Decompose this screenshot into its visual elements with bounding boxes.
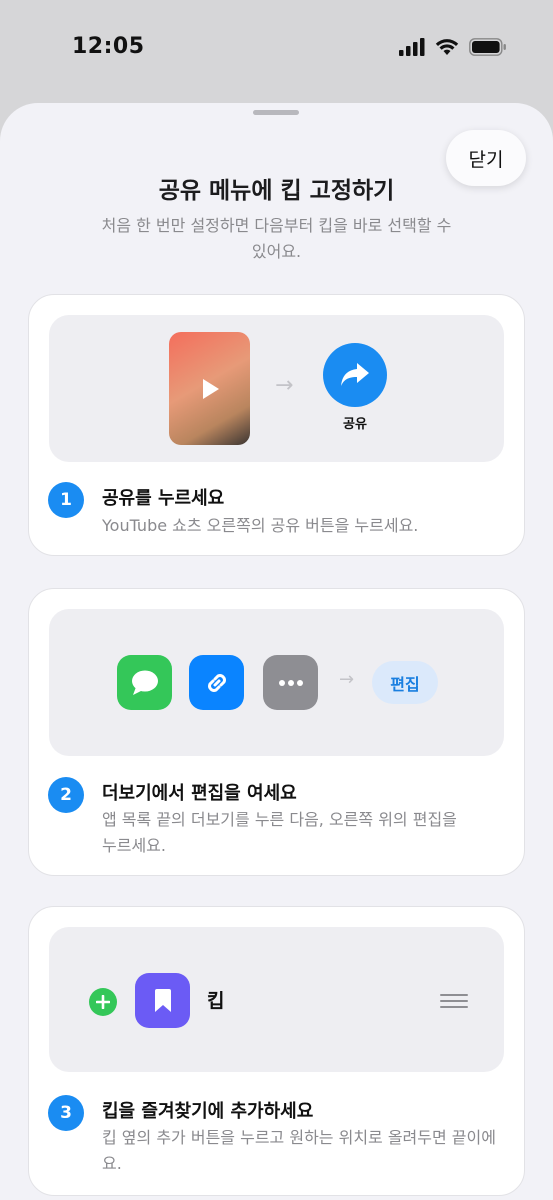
cellular-signal-icon [399, 38, 425, 56]
step-description-2: 앱 목록 끝의 더보기를 누른 다음, 오른쪽 위의 편집을 누르세요. [102, 810, 457, 855]
onboarding-sheet: 닫기 공유 메뉴에 킵 고정하기 처음 한 번만 설정하면 다음부터 킵을 바로… [0, 103, 553, 1200]
status-icons [399, 38, 507, 56]
step-number-1: 1 [48, 482, 84, 518]
step-number-2: 2 [48, 777, 84, 813]
step-title-1: 공유를 누르세요 [102, 488, 225, 509]
arrow-right-icon: → [339, 669, 355, 690]
status-time: 12:05 [72, 34, 145, 59]
step-1-illustration: → 공유 [49, 315, 504, 462]
step-card-3: 킵 3 킵을 즐겨찾기에 추가하세요 킵 옆의 추가 버튼을 누르고 원하는 위… [28, 906, 525, 1196]
messages-app-tile [117, 655, 172, 710]
step-description-1: YouTube 쇼츠 오른쪽의 공유 버튼을 누르세요. [102, 516, 419, 535]
step-title-3: 킵을 즐겨찾기에 추가하세요 [102, 1101, 314, 1122]
arrow-right-icon: → [275, 373, 294, 398]
step-card-2: → 편집 2 더보기에서 편집을 여세요 앱 목록 끝의 더보기를 누른 다음,… [28, 588, 525, 876]
reorder-handle-icon [440, 994, 468, 1008]
step-description-3: 킵 옆의 추가 버튼을 누르고 원하는 위치로 올려두면 끝이에요. [102, 1128, 496, 1173]
keep-app-name: 킵 [207, 990, 225, 1012]
bookmark-icon [154, 988, 171, 1012]
message-bubble-icon [131, 670, 158, 695]
link-icon [207, 673, 226, 692]
share-arrow-icon [341, 363, 369, 386]
step-2-illustration: → 편집 [49, 609, 504, 756]
step-card-1: → 공유 1 공유를 누르세요 YouTube 쇼츠 오른쪽의 공유 버튼을 누… [28, 294, 525, 556]
keep-app-icon [135, 973, 190, 1028]
status-bar: 12:05 [0, 0, 553, 100]
share-label: 공유 [343, 417, 367, 432]
play-icon [203, 379, 219, 399]
more-apps-tile [263, 655, 318, 710]
more-dots-icon [278, 679, 303, 686]
step-3-illustration: 킵 [49, 927, 504, 1072]
video-thumbnail [169, 332, 250, 445]
step-number-3: 3 [48, 1095, 84, 1131]
edit-chip: 편집 [372, 661, 438, 704]
step-title-2: 더보기에서 편집을 여세요 [102, 783, 297, 804]
copy-link-tile [189, 655, 244, 710]
share-button-illustration [323, 343, 387, 407]
add-favorite-icon [89, 988, 117, 1016]
sheet-title: 공유 메뉴에 킵 고정하기 [158, 178, 395, 204]
battery-icon [469, 38, 506, 56]
sheet-subtitle: 처음 한 번만 설정하면 다음부터 킵을 바로 선택할 수 있어요. [101, 216, 452, 261]
sheet-grabber[interactable] [253, 110, 299, 115]
wifi-icon [435, 39, 459, 55]
